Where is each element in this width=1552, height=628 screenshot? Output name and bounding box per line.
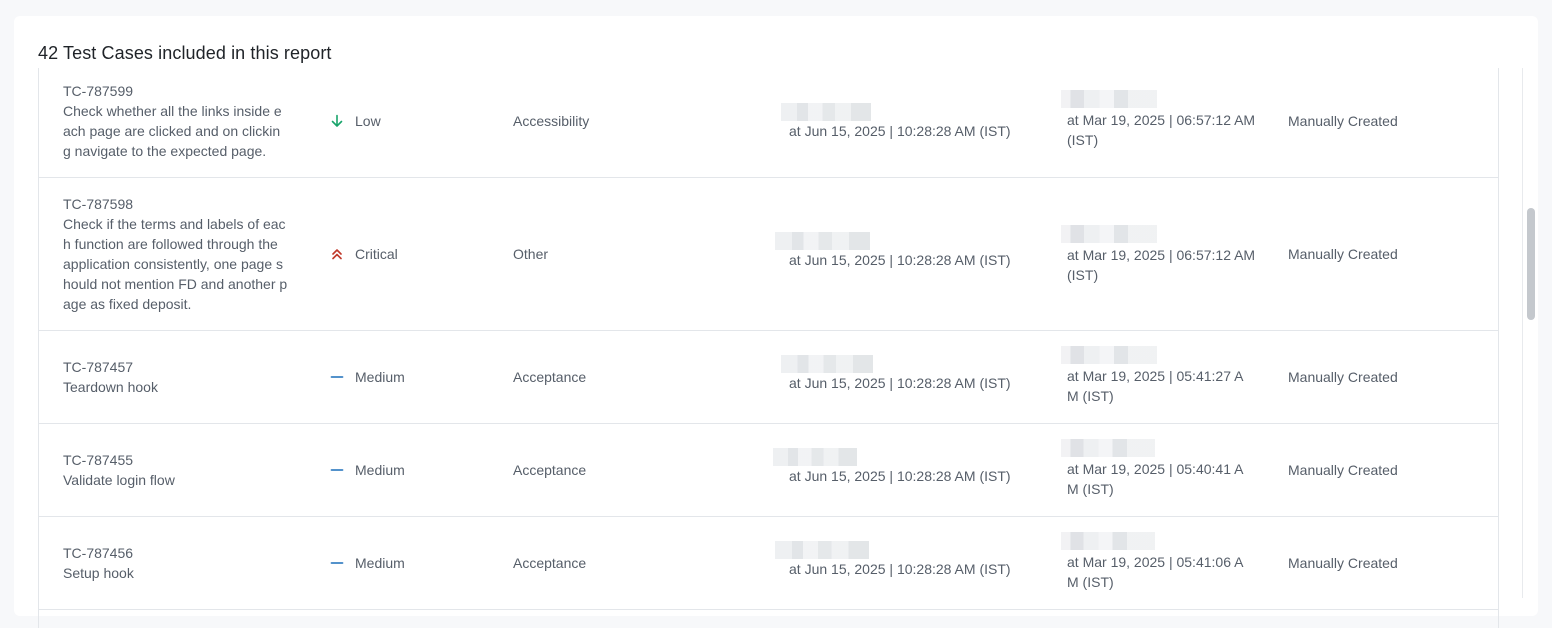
source-label: Manually Created bbox=[1288, 462, 1398, 478]
test-case-description: Check whether all the links inside e ach… bbox=[63, 103, 282, 159]
updated-cell: at Mar 19, 2025 | 06:57:12 AM (IST) bbox=[1061, 90, 1271, 150]
created-cell: at Jun 15, 2025 | 10:28:28 AM (IST) bbox=[781, 103, 1041, 141]
table-row[interactable]: TC-787457 Teardown hook Medium Acceptanc… bbox=[39, 331, 1498, 424]
dash-icon bbox=[329, 369, 345, 385]
priority-cell: Medium bbox=[329, 367, 405, 387]
updated-timestamp: at Mar 19, 2025 | 06:57:12 AM (IST) bbox=[1067, 247, 1256, 283]
redacted-user bbox=[1061, 532, 1155, 550]
source-label: Manually Created bbox=[1288, 113, 1398, 129]
priority-label: Low bbox=[355, 113, 381, 129]
updated-timestamp: at Mar 19, 2025 | 05:41:27 A M (IST) bbox=[1067, 368, 1244, 404]
type-label: Acceptance bbox=[513, 555, 587, 571]
source-label: Manually Created bbox=[1288, 555, 1398, 571]
created-cell: at Jun 15, 2025 | 10:28:28 AM (IST) bbox=[775, 232, 1041, 270]
test-case-cell: TC-787599 Check whether all the links in… bbox=[63, 81, 303, 161]
type-label: Accessibility bbox=[513, 113, 590, 129]
created-timestamp: at Jun 15, 2025 | 10:28:28 AM (IST) bbox=[789, 561, 1011, 577]
table-row[interactable]: TC-787455 Validate login flow Medium Acc… bbox=[39, 424, 1498, 517]
test-case-cell: TC-787455 Validate login flow bbox=[63, 450, 303, 490]
scrollbar-thumb[interactable] bbox=[1527, 208, 1535, 320]
priority-label: Medium bbox=[355, 462, 405, 478]
test-case-description: Validate login flow bbox=[63, 472, 175, 488]
priority-cell: Low bbox=[329, 111, 381, 131]
redacted-user bbox=[1061, 90, 1157, 108]
priority-cell: Medium bbox=[329, 553, 405, 573]
test-case-cell: TC-787598 Check if the terms and labels … bbox=[63, 194, 303, 314]
source-label: Manually Created bbox=[1288, 246, 1398, 262]
created-cell: at Jun 15, 2025 | 10:28:28 AM (IST) bbox=[773, 448, 1041, 486]
vertical-scrollbar[interactable] bbox=[1522, 68, 1536, 598]
redacted-user bbox=[1061, 439, 1155, 457]
test-case-description: Setup hook bbox=[63, 565, 134, 581]
redacted-user bbox=[775, 541, 869, 559]
created-timestamp: at Jun 15, 2025 | 10:28:28 AM (IST) bbox=[789, 375, 1011, 391]
table-row[interactable]: TC-787598 Check if the terms and labels … bbox=[39, 178, 1498, 331]
arrow-down-icon bbox=[329, 113, 345, 129]
redacted-user bbox=[781, 103, 871, 121]
type-label: Acceptance bbox=[513, 462, 587, 478]
updated-cell: at Mar 19, 2025 | 06:57:12 AM (IST) bbox=[1061, 225, 1271, 285]
updated-cell: at Mar 19, 2025 | 05:41:27 A M (IST) bbox=[1061, 346, 1271, 406]
priority-label: Medium bbox=[355, 555, 405, 571]
priority-cell: Medium bbox=[329, 460, 405, 480]
dash-icon bbox=[329, 462, 345, 478]
updated-cell: at Mar 19, 2025 | 05:40:41 A M (IST) bbox=[1061, 439, 1271, 499]
test-case-id[interactable]: TC-787456 bbox=[63, 543, 303, 563]
double-chevron-up-icon bbox=[329, 246, 345, 262]
type-label: Acceptance bbox=[513, 369, 587, 385]
created-cell: at Jun 15, 2025 | 10:28:28 AM (IST) bbox=[781, 355, 1041, 393]
redacted-user bbox=[781, 355, 873, 373]
redacted-user bbox=[773, 448, 857, 466]
test-case-description: Check if the terms and labels of eac h f… bbox=[63, 216, 288, 312]
created-timestamp: at Jun 15, 2025 | 10:28:28 AM (IST) bbox=[789, 252, 1011, 268]
report-title: 42 Test Cases included in this report bbox=[38, 43, 332, 63]
updated-timestamp: at Mar 19, 2025 | 05:40:41 A M (IST) bbox=[1067, 461, 1244, 497]
dash-icon bbox=[329, 555, 345, 571]
priority-label: Critical bbox=[355, 246, 398, 262]
priority-cell: Critical bbox=[329, 244, 398, 264]
table-row[interactable]: TC-787599 Check whether all the links in… bbox=[39, 68, 1498, 178]
priority-label: Medium bbox=[355, 369, 405, 385]
redacted-user bbox=[1061, 225, 1157, 243]
created-timestamp: at Jun 15, 2025 | 10:28:28 AM (IST) bbox=[789, 468, 1011, 484]
source-label: Manually Created bbox=[1288, 369, 1398, 385]
updated-timestamp: at Mar 19, 2025 | 05:41:06 A M (IST) bbox=[1067, 554, 1244, 590]
report-card: 42 Test Cases included in this report TC… bbox=[14, 16, 1538, 628]
updated-timestamp: at Mar 19, 2025 | 06:57:12 AM (IST) bbox=[1067, 112, 1256, 148]
test-case-id[interactable]: TC-787598 bbox=[63, 194, 303, 214]
test-case-table: TC-787599 Check whether all the links in… bbox=[38, 68, 1499, 628]
updated-cell: at Mar 19, 2025 | 05:41:06 A M (IST) bbox=[1061, 532, 1271, 592]
created-cell: at Jun 15, 2025 | 10:28:28 AM (IST) bbox=[775, 541, 1041, 579]
test-case-id[interactable]: TC-787599 bbox=[63, 81, 303, 101]
created-timestamp: at Jun 15, 2025 | 10:28:28 AM (IST) bbox=[789, 123, 1011, 139]
test-case-cell: TC-787456 Setup hook bbox=[63, 543, 303, 583]
test-case-id[interactable]: TC-787457 bbox=[63, 357, 303, 377]
test-case-cell: TC-787457 Teardown hook bbox=[63, 357, 303, 397]
redacted-user bbox=[775, 232, 870, 250]
redacted-user bbox=[1061, 346, 1157, 364]
type-label: Other bbox=[513, 246, 549, 262]
test-case-id[interactable]: TC-787455 bbox=[63, 450, 303, 470]
test-case-description: Teardown hook bbox=[63, 379, 158, 395]
table-row[interactable]: TC-787456 Setup hook Medium Acceptance a… bbox=[39, 517, 1498, 610]
